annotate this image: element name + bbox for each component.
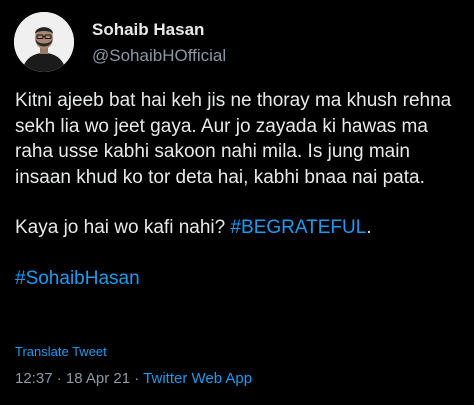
tweet-date[interactable]: 18 Apr 21 <box>66 370 130 387</box>
meta-separator: · <box>130 370 144 387</box>
profile-photo <box>14 12 74 72</box>
tweet-body: Kitni ajeeb bat hai keh jis ne thoray ma… <box>15 88 463 291</box>
hashtag-sohaibhasan[interactable]: #SohaibHasan <box>15 268 140 289</box>
author-name[interactable]: Sohaib Hasan <box>92 20 204 40</box>
translate-tweet-link[interactable]: Translate Tweet <box>15 344 107 359</box>
tweet-period: . <box>366 217 372 238</box>
tweet-paragraph-question: Kaya jo hai wo kafi nahi? #BEGRATEFUL. <box>15 215 463 241</box>
tweet-paragraph-hashtag: #SohaibHasan <box>15 266 463 292</box>
tweet-time[interactable]: 12:37 <box>15 370 53 387</box>
meta-separator: · <box>52 370 66 387</box>
avatar[interactable] <box>14 12 74 72</box>
tweet-meta: 12:37 · 18 Apr 21 · Twitter Web App <box>15 370 252 387</box>
tweet-question-text: Kaya jo hai wo kafi nahi? <box>15 217 231 238</box>
author-handle[interactable]: @SohaibHOfficial <box>92 46 226 66</box>
hashtag-begrateful[interactable]: #BEGRATEFUL <box>230 217 366 238</box>
tweet-paragraph: Kitni ajeeb bat hai keh jis ne thoray ma… <box>15 90 452 188</box>
tweet-source[interactable]: Twitter Web App <box>143 370 252 387</box>
tweet-header: Sohaib Hasan @SohaibHOfficial <box>14 12 460 72</box>
